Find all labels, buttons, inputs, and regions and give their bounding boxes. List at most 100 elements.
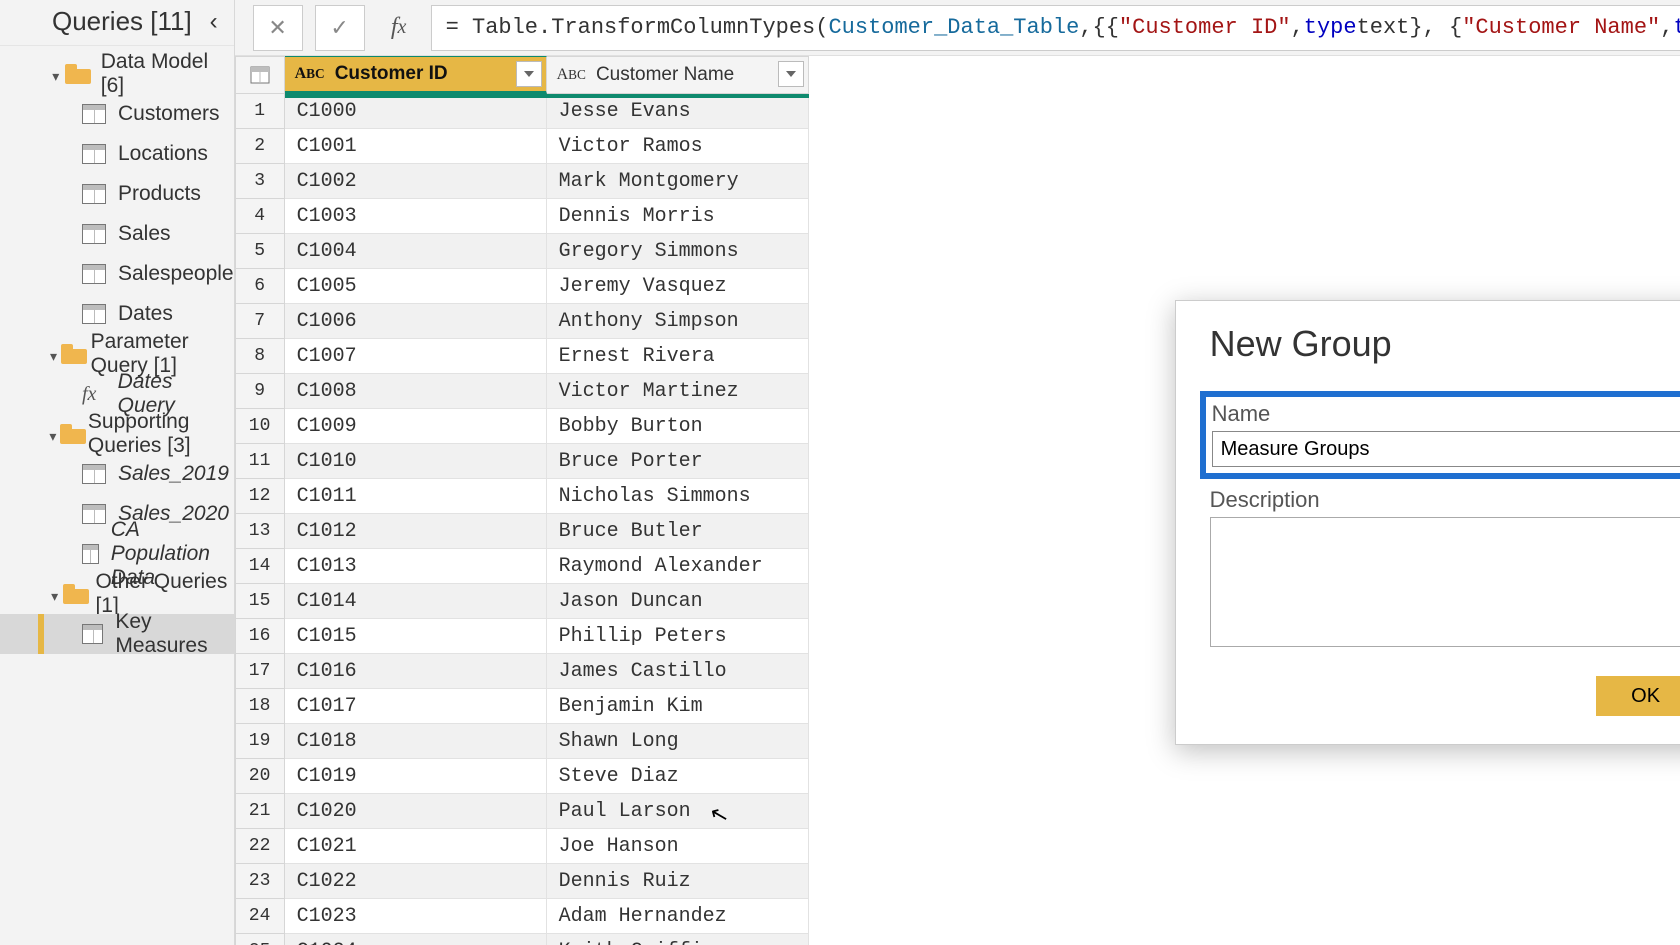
cell[interactable]: Steve Diaz <box>547 759 809 794</box>
ok-button[interactable]: OK <box>1596 676 1680 716</box>
cell[interactable]: C1012 <box>285 514 547 549</box>
query-item[interactable]: Salespeople <box>0 254 234 294</box>
cell[interactable]: C1008 <box>285 374 547 409</box>
row-number[interactable]: 12 <box>235 479 285 514</box>
row-number[interactable]: 9 <box>235 374 285 409</box>
cell[interactable]: C1015 <box>285 619 547 654</box>
row-number[interactable]: 19 <box>235 724 285 759</box>
cell[interactable]: C1003 <box>285 199 547 234</box>
query-item[interactable]: Sales_2019 <box>0 454 234 494</box>
query-item[interactable]: Key Measures <box>0 614 234 654</box>
cell[interactable]: Joe Hanson <box>547 829 809 864</box>
cell[interactable]: Bruce Porter <box>547 444 809 479</box>
cell[interactable]: Phillip Peters <box>547 619 809 654</box>
cell[interactable]: C1004 <box>285 234 547 269</box>
formula-cancel-button[interactable]: ✕ <box>253 5 303 51</box>
cell[interactable]: Dennis Ruiz <box>547 864 809 899</box>
row-number[interactable]: 25 <box>235 934 285 945</box>
row-number[interactable]: 18 <box>235 689 285 724</box>
cell[interactable]: C1010 <box>285 444 547 479</box>
cell[interactable]: Shawn Long <box>547 724 809 759</box>
cell[interactable]: Bobby Burton <box>547 409 809 444</box>
row-number[interactable]: 1 <box>235 94 285 129</box>
select-all-corner[interactable] <box>235 56 285 94</box>
cell[interactable]: Adam Hernandez <box>547 899 809 934</box>
cell[interactable]: Nicholas Simmons <box>547 479 809 514</box>
cell[interactable]: C1020 <box>285 794 547 829</box>
cell[interactable]: C1023 <box>285 899 547 934</box>
column-filter-button[interactable] <box>778 61 804 87</box>
query-item[interactable]: Products <box>0 174 234 214</box>
query-item[interactable]: Locations <box>0 134 234 174</box>
cell[interactable]: Anthony Simpson <box>547 304 809 339</box>
cell[interactable]: C1016 <box>285 654 547 689</box>
cell[interactable]: Dennis Morris <box>547 199 809 234</box>
cell[interactable]: C1021 <box>285 829 547 864</box>
cell[interactable]: James Castillo <box>547 654 809 689</box>
query-group[interactable]: ▾ Parameter Query [1] <box>0 334 234 374</box>
cell[interactable]: Gregory Simmons <box>547 234 809 269</box>
cell[interactable]: Keith Griffin <box>547 934 809 945</box>
row-number[interactable]: 14 <box>235 549 285 584</box>
row-number[interactable]: 11 <box>235 444 285 479</box>
query-item[interactable]: Dates <box>0 294 234 334</box>
cell[interactable]: Raymond Alexander <box>547 549 809 584</box>
cell[interactable]: C1005 <box>285 269 547 304</box>
cell[interactable]: C1017 <box>285 689 547 724</box>
query-item[interactable]: Sales <box>0 214 234 254</box>
row-number[interactable]: 5 <box>235 234 285 269</box>
cell[interactable]: Paul Larson <box>547 794 809 829</box>
collapse-sidebar-icon[interactable]: ‹ <box>210 8 218 36</box>
column-filter-button[interactable] <box>516 61 542 87</box>
cell[interactable]: Bruce Butler <box>547 514 809 549</box>
cell[interactable]: Jesse Evans <box>547 94 809 129</box>
row-number[interactable]: 21 <box>235 794 285 829</box>
cell[interactable]: C1000 <box>285 94 547 129</box>
row-number[interactable]: 22 <box>235 829 285 864</box>
row-number[interactable]: 3 <box>235 164 285 199</box>
row-number[interactable]: 2 <box>235 129 285 164</box>
row-number[interactable]: 17 <box>235 654 285 689</box>
group-name-input[interactable] <box>1212 431 1680 467</box>
group-description-input[interactable] <box>1210 517 1680 647</box>
cell[interactable]: Ernest Rivera <box>547 339 809 374</box>
cell[interactable]: C1014 <box>285 584 547 619</box>
row-number[interactable]: 23 <box>235 864 285 899</box>
cell[interactable]: C1024 <box>285 934 547 945</box>
cell[interactable]: C1002 <box>285 164 547 199</box>
cell[interactable]: C1019 <box>285 759 547 794</box>
row-number[interactable]: 20 <box>235 759 285 794</box>
cell[interactable]: C1011 <box>285 479 547 514</box>
cell[interactable]: Victor Martinez <box>547 374 809 409</box>
cell[interactable]: C1022 <box>285 864 547 899</box>
cell[interactable]: Jason Duncan <box>547 584 809 619</box>
cell[interactable]: Benjamin Kim <box>547 689 809 724</box>
query-group[interactable]: ▾ Other Queries [1] <box>0 574 234 614</box>
cell[interactable]: Mark Montgomery <box>547 164 809 199</box>
cell[interactable]: C1001 <box>285 129 547 164</box>
row-number[interactable]: 16 <box>235 619 285 654</box>
query-item[interactable]: fxDates Query <box>0 374 234 414</box>
query-group[interactable]: ▾ Data Model [6] <box>0 54 234 94</box>
row-number[interactable]: 6 <box>235 269 285 304</box>
row-number[interactable]: 7 <box>235 304 285 339</box>
query-item[interactable]: CA Population Data <box>0 534 234 574</box>
cell[interactable]: C1007 <box>285 339 547 374</box>
query-group[interactable]: ▾ Supporting Queries [3] <box>0 414 234 454</box>
formula-text[interactable]: = Table.TransformColumnTypes(Customer_Da… <box>431 5 1680 51</box>
cell[interactable]: C1018 <box>285 724 547 759</box>
cell[interactable]: Victor Ramos <box>547 129 809 164</box>
column-header[interactable]: ABC Customer ID <box>285 56 547 94</box>
row-number[interactable]: 24 <box>235 899 285 934</box>
row-number[interactable]: 4 <box>235 199 285 234</box>
row-number[interactable]: 10 <box>235 409 285 444</box>
cell[interactable]: C1006 <box>285 304 547 339</box>
cell[interactable]: Jeremy Vasquez <box>547 269 809 304</box>
formula-commit-button[interactable]: ✓ <box>315 5 365 51</box>
row-number[interactable]: 8 <box>235 339 285 374</box>
row-number[interactable]: 15 <box>235 584 285 619</box>
cell[interactable]: C1009 <box>285 409 547 444</box>
column-header[interactable]: ABC Customer Name <box>547 56 809 94</box>
row-number[interactable]: 13 <box>235 514 285 549</box>
query-item[interactable]: Customers <box>0 94 234 134</box>
